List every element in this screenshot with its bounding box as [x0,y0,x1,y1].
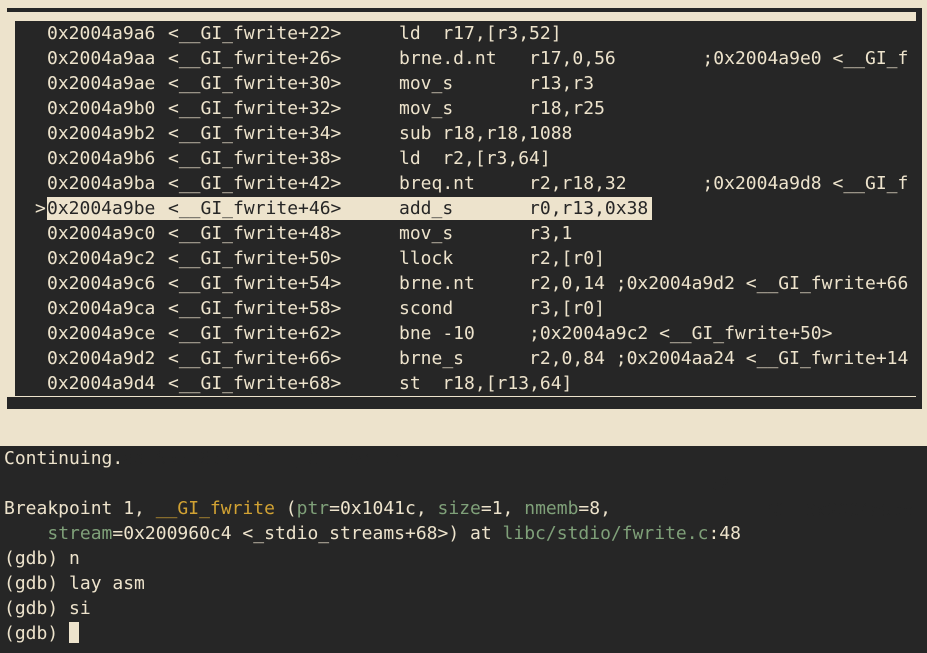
status-bar: remote Thread 657.657 In: __GI_fwrite L5… [0,420,927,521]
console-prompt-line[interactable]: (gdb) [4,621,80,646]
instruction-address: 0x2004a9ba [47,173,156,194]
instruction-address: 0x2004a9a6 [47,23,156,44]
stream-indent [4,523,47,544]
asm-row[interactable]: 0x2004a9c6 <__GI_fwrite+54> brne.nt r2,0,1… [15,271,916,296]
instruction-text: brne.nt r2,0,14 ;0x2004a9d2 <__GI_fwrite… [399,273,909,294]
instruction-symbol: <__GI_fwrite+38> [168,148,342,169]
instruction-symbol: <__GI_fwrite+48> [168,223,342,244]
instruction-address: 0x2004a9c6 [47,273,156,294]
instruction-address: 0x2004a9d4 [47,373,156,394]
instruction-symbol: <__GI_fwrite+30> [168,73,342,94]
asm-row[interactable]: 0x2004a9d4 <__GI_fwrite+68> st r18,[r13,64… [15,371,916,396]
instruction-symbol: <__GI_fwrite+68> [168,373,342,394]
text-cursor[interactable] [69,622,80,643]
asm-window[interactable]: 0x2004a9a6 <__GI_fwrite+22> ld r17,[r3,52]… [0,0,927,420]
asm-row[interactable]: 0x2004a9d2 <__GI_fwrite+66> brne_s r2,0,84… [15,346,916,371]
instruction-text: ld r17,[r3,52] [399,23,562,44]
source-line-number: :48 [708,523,741,544]
asm-row-current[interactable]: >0x2004a9be <__GI_fwrite+46> add_s r0,r13,… [15,196,916,221]
instruction-symbol: <__GI_fwrite+22> [168,23,342,44]
breakpoint-prefix: Breakpoint 1, [4,498,156,519]
breakpoint-function: __GI_fwrite [155,498,275,519]
arg-ptr-value: =0x1041c, [329,498,438,519]
console-command-stepi: (gdb) si [4,598,91,619]
arg-stream-value: =0x200960c4 <_stdio_streams+68>) at [112,523,503,544]
arg-size-name: size [437,498,481,519]
instruction-address: 0x2004a9b2 [47,123,156,144]
instruction-text: add_s r0,r13,0x38 [399,198,649,219]
asm-row[interactable]: 0x2004a9c2 <__GI_fwrite+50> llock r2,[r0] [15,246,916,271]
instruction-symbol: <__GI_fwrite+34> [168,123,342,144]
instruction-address: 0x2004a9ca [47,298,156,319]
arg-nmemb-name: nmemb [524,498,579,519]
instruction-address: 0x2004a9be [47,198,156,219]
instruction-address: 0x2004a9aa [47,48,156,69]
instruction-symbol: <__GI_fwrite+66> [168,348,342,369]
gdb-console[interactable]: Continuing. Breakpoint 1, __GI_fwrite (p… [0,446,927,653]
console-line-breakpoint: Breakpoint 1, __GI_fwrite (ptr=0x1041c, … [4,496,611,521]
arg-nmemb-value: =8, [578,498,611,519]
asm-row[interactable]: 0x2004a9aa <__GI_fwrite+26> brne.d.nt r17,… [15,46,916,71]
asm-row[interactable]: 0x2004a9ba <__GI_fwrite+42> breq.nt r2,r18… [15,171,916,196]
instruction-symbol: <__GI_fwrite+32> [168,98,342,119]
asm-row[interactable]: 0x2004a9ca <__GI_fwrite+58> scond r3,[r0] [15,296,916,321]
pc-marker: > [35,198,46,219]
gdb-prompt: (gdb) [4,623,70,644]
instruction-text: st r18,[r13,64] [399,373,573,394]
instruction-address: 0x2004a9ae [47,73,156,94]
arg-ptr-name: ptr [296,498,330,519]
instruction-address: 0x2004a9c2 [47,248,156,269]
instruction-symbol: <__GI_fwrite+54> [168,273,342,294]
instruction-text: scond r3,[r0] [399,298,605,319]
instruction-symbol: <__GI_fwrite+26> [168,48,342,69]
asm-row[interactable]: 0x2004a9b0 <__GI_fwrite+32> mov_s r18,r25 [15,96,916,121]
breakpoint-open-paren: ( [274,498,297,519]
instruction-text: breq.nt r2,r18,32 ;0x2004a9d8 <__GI_f [399,173,909,194]
instruction-text: mov_s r18,r25 [399,98,605,119]
asm-row[interactable]: 0x2004a9c0 <__GI_fwrite+48> mov_s r3,1 [15,221,916,246]
asm-row[interactable]: 0x2004a9b6 <__GI_fwrite+38> ld r2,[r3,64] [15,146,916,171]
instruction-text: brne.d.nt r17,0,56 ;0x2004a9e0 <__GI_f [399,48,909,69]
instruction-symbol: <__GI_fwrite+50> [168,248,342,269]
instruction-symbol: <__GI_fwrite+62> [168,323,342,344]
asm-listing[interactable]: 0x2004a9a6 <__GI_fwrite+22> ld r17,[r3,52]… [15,21,916,396]
arg-size-value: =1, [480,498,525,519]
console-command-next: (gdb) n [4,548,80,569]
instruction-address: 0x2004a9c0 [47,223,156,244]
instruction-address: 0x2004a9b6 [47,148,156,169]
arg-stream-name: stream [47,523,113,544]
instruction-text: mov_s r13,r3 [399,73,595,94]
asm-row[interactable]: 0x2004a9b2 <__GI_fwrite+34> sub r18,r18,10… [15,121,916,146]
console-line-continuing: Continuing. [4,448,124,469]
asm-row[interactable]: 0x2004a9a6 <__GI_fwrite+22> ld r17,[r3,52] [15,21,916,46]
instruction-text: brne_s r2,0,84 ;0x2004aa24 <__GI_fwrite+… [399,348,909,369]
instruction-address: 0x2004a9ce [47,323,156,344]
asm-row[interactable]: 0x2004a9ae <__GI_fwrite+30> mov_s r13,r3 [15,71,916,96]
instruction-address: 0x2004a9d2 [47,348,156,369]
instruction-text: llock r2,[r0] [399,248,605,269]
console-command-layout: (gdb) lay asm [4,573,145,594]
instruction-symbol: <__GI_fwrite+46> [168,198,342,219]
instruction-text: ld r2,[r3,64] [399,148,551,169]
instruction-text: mov_s r3,1 [399,223,573,244]
source-file-path: libc/stdio/fwrite.c [502,523,709,544]
instruction-text: bne -10 ;0x2004a9c2 <__GI_fwrite+50> [399,323,833,344]
console-line-stream: stream=0x200960c4 <_stdio_streams+68>) a… [4,521,741,546]
asm-row[interactable]: 0x2004a9ce <__GI_fwrite+62> bne -10 ;0x200… [15,321,916,346]
instruction-symbol: <__GI_fwrite+58> [168,298,342,319]
instruction-text: sub r18,r18,1088 [399,123,573,144]
instruction-address: 0x2004a9b0 [47,98,156,119]
instruction-symbol: <__GI_fwrite+42> [168,173,342,194]
